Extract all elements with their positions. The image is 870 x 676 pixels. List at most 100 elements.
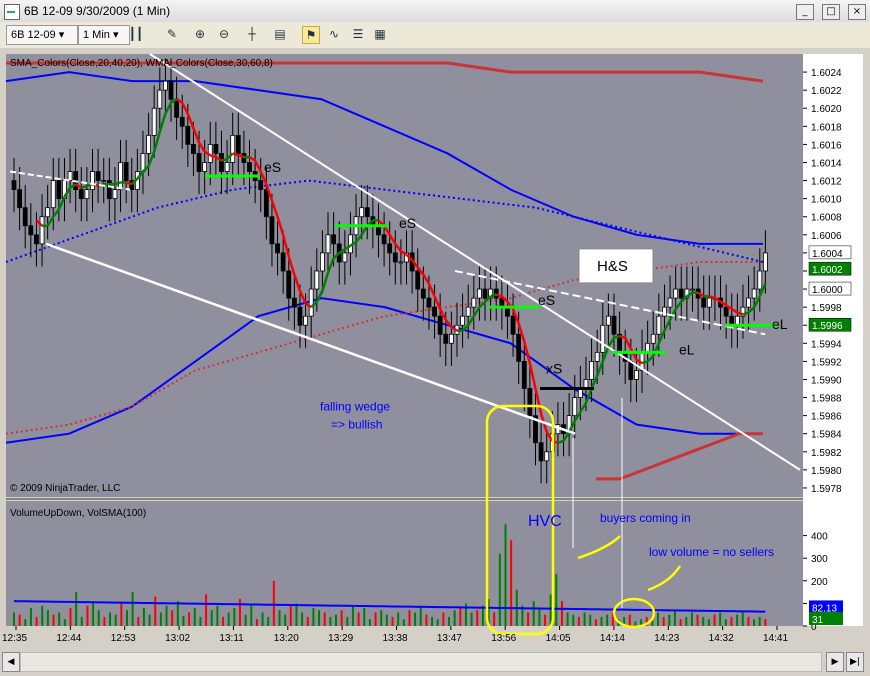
candle-body — [359, 207, 365, 218]
candle-body — [303, 315, 308, 326]
sma-line-segment — [736, 311, 744, 316]
annotation-bullish: => bullish — [331, 418, 382, 432]
horizontal-scrollbar[interactable]: ◀ ▶ ▶| — [0, 650, 870, 676]
price-tick-label: 1.6010 — [811, 195, 842, 206]
price-tick-label: 1.6016 — [811, 140, 842, 151]
candle-body — [191, 144, 196, 154]
candle-body — [269, 216, 275, 245]
minimize-button[interactable]: _ — [796, 4, 814, 20]
candle-body — [589, 360, 594, 380]
candle-body — [151, 107, 157, 136]
strategy-icon[interactable]: ⚑ — [302, 26, 320, 44]
sma-line-segment — [708, 295, 716, 300]
candle-body — [465, 306, 471, 317]
annotation-buyers: buyers coming in — [600, 511, 691, 525]
volume-label-text: 31 — [812, 615, 824, 626]
price-label-text: 1.6000 — [812, 285, 843, 296]
properties-icon[interactable]: ▤ — [272, 26, 288, 42]
candle-body — [381, 234, 387, 245]
instrument-selector[interactable]: 6B 12-09 ▾ — [6, 25, 78, 45]
candle-body — [448, 333, 454, 344]
candle-body — [112, 189, 118, 200]
candle-body — [291, 297, 297, 308]
candle-body — [213, 144, 219, 154]
scroll-left-button[interactable]: ◀ — [2, 652, 20, 672]
candle-body — [67, 171, 73, 181]
sma-line-segment — [613, 334, 620, 340]
candle-body — [342, 252, 348, 263]
candle-body — [185, 125, 191, 145]
scroll-end-button[interactable]: ▶| — [846, 652, 864, 672]
candle-body — [762, 252, 768, 272]
volume-indicator-label: VolumeUpDown, VolSMA(100) — [10, 508, 146, 519]
candle-body — [387, 243, 393, 254]
candle-body — [174, 98, 180, 118]
volume-tick-label: 400 — [811, 532, 828, 543]
candlestick-icon[interactable]: ┃┃ — [128, 26, 144, 42]
time-tick-label: 12:44 — [56, 633, 81, 644]
candle-body — [45, 207, 51, 218]
candle-body — [95, 171, 101, 181]
price-tick-label: 1.6024 — [811, 68, 842, 79]
candle-body — [460, 315, 465, 326]
candle-body — [118, 162, 123, 191]
candle-body — [426, 297, 432, 308]
data-box-icon[interactable]: ☰ — [350, 26, 366, 42]
candle-body — [634, 370, 639, 380]
volume-tick-label: 300 — [811, 554, 828, 565]
candle-body — [168, 80, 174, 100]
price-tick-label: 1.6020 — [811, 104, 842, 115]
candle-body — [314, 270, 320, 290]
candle-body — [751, 288, 757, 299]
time-tick-label: 13:56 — [491, 633, 516, 644]
candle-body — [521, 360, 527, 389]
time-tick-label: 13:47 — [437, 633, 462, 644]
annotation-falling-wedge: falling wedge — [320, 400, 390, 414]
candle-body — [162, 80, 168, 91]
sma-line-segment — [557, 439, 564, 444]
chart-app-icon — [4, 4, 20, 20]
candle-body — [123, 162, 129, 181]
candle-body — [605, 315, 611, 326]
sma-line-segment — [619, 334, 626, 340]
annotation-low-volume: low volume = no sellers — [649, 545, 774, 559]
sma-line-segment — [495, 293, 503, 298]
zoom-out-icon[interactable]: ⊖ — [216, 26, 232, 42]
price-tick-label: 1.6014 — [811, 158, 842, 169]
candle-body — [230, 134, 236, 163]
interval-selector[interactable]: 1 Min ▾ — [78, 25, 130, 45]
candle-body — [146, 134, 151, 154]
indicator-icon[interactable]: ∿ — [326, 26, 342, 42]
candle-body — [196, 153, 202, 172]
candle-body — [538, 442, 544, 462]
candle-body — [667, 297, 673, 308]
time-tick-label: 13:11 — [219, 633, 244, 644]
candle-body — [516, 333, 522, 362]
candle-body — [28, 225, 34, 236]
list-icon[interactable]: ▦ — [372, 26, 388, 42]
sma-line-segment — [490, 293, 497, 298]
scroll-right-button[interactable]: ▶ — [826, 652, 844, 672]
candle-body — [471, 297, 477, 308]
maximize-button[interactable]: □ — [822, 4, 840, 20]
chart-area[interactable]: 1.6024 1.6022 1.6020 1.6018 1.6016 1.6014 1.60… — [0, 48, 870, 650]
window-title: 6B 12-09 9/30/2009 (1 Min) — [24, 4, 171, 18]
candle-body — [280, 252, 286, 272]
pencil-icon[interactable]: ✎ — [164, 26, 180, 42]
candle-body — [757, 270, 763, 290]
candle-body — [706, 297, 712, 308]
candle-body — [443, 333, 449, 344]
candle-body — [398, 261, 404, 264]
time-tick-label: 13:20 — [274, 633, 299, 644]
price-tick-label: 1.5992 — [811, 357, 842, 368]
crosshair-icon[interactable]: ┼ — [244, 26, 260, 42]
close-button[interactable]: × — [848, 4, 866, 20]
annotation-eS: eS — [264, 159, 281, 175]
candle-body — [247, 162, 252, 172]
candle-body — [17, 189, 23, 209]
zoom-in-icon[interactable]: ⊕ — [192, 26, 208, 42]
candle-body — [690, 288, 695, 291]
candle-body — [437, 315, 443, 335]
annotation-head-shoulders: H&S — [597, 258, 628, 275]
scroll-track[interactable] — [20, 652, 822, 672]
